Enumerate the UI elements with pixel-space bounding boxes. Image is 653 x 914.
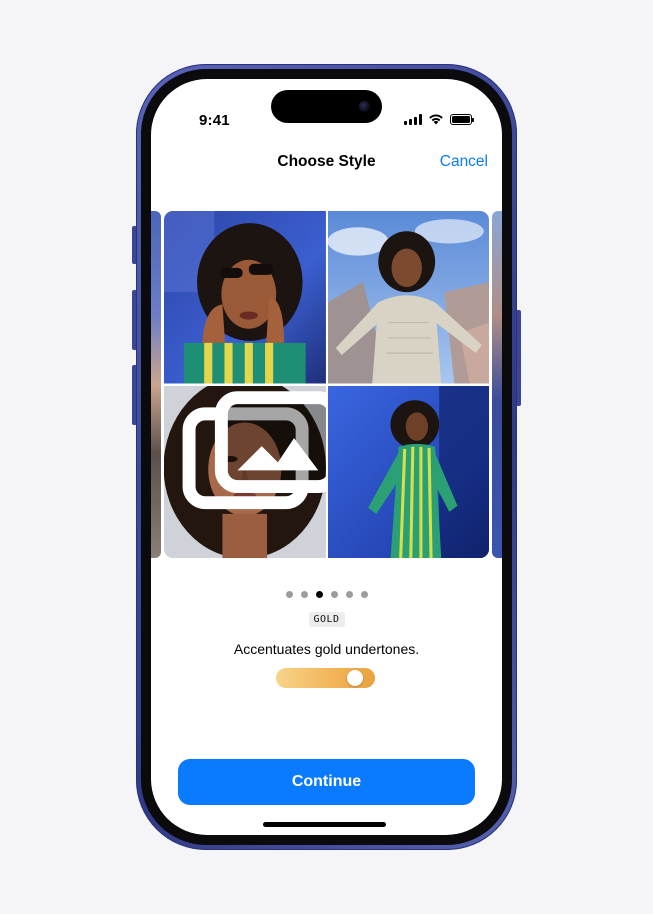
page-indicator[interactable] [151,591,502,598]
slider-knob[interactable] [346,670,363,686]
page-dot[interactable] [300,591,308,598]
cellular-signal-icon [404,113,422,125]
style-carousel[interactable] [151,211,502,558]
cancel-button[interactable]: Cancel [440,153,488,171]
next-style-preview[interactable] [492,211,502,558]
page-dot[interactable] [360,591,368,598]
page-dot[interactable] [330,591,338,598]
screen: 9:41 Choose Style Cancel GOLD Accentuate… [151,79,502,835]
home-indicator[interactable] [263,822,386,827]
continue-button[interactable]: Continue [178,759,475,805]
photo-closeup-portrait [164,385,326,558]
style-tag: GOLD [308,612,345,627]
stage: 9:41 Choose Style Cancel GOLD Accentuate… [0,0,653,914]
page-dot[interactable] [345,591,353,598]
tone-slider[interactable] [276,668,375,688]
front-camera-icon [359,101,370,112]
photo-striped-dress [327,385,489,558]
dynamic-island [271,90,382,123]
photo-stack-icon [182,390,326,509]
phone-frame: 9:41 Choose Style Cancel GOLD Accentuate… [136,64,517,850]
page-dot-active[interactable] [315,591,323,598]
status-icons [404,113,474,125]
page-dot[interactable] [285,591,293,598]
previous-style-preview[interactable] [151,211,161,558]
photo-sky-pose [327,211,489,384]
photo-grid [164,211,489,558]
photo-sunglasses-portrait [164,211,326,384]
style-description: Accentuates gold undertones. [233,641,420,657]
wifi-icon [429,114,443,125]
battery-icon [450,113,474,125]
status-time: 9:41 [199,112,230,129]
